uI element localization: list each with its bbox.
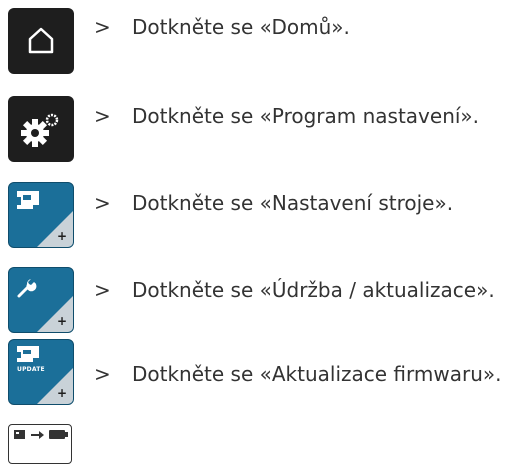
machine-settings-button[interactable]: + [8, 182, 74, 248]
corner-fold [37, 211, 73, 247]
plus-icon: + [56, 229, 67, 243]
step-arrow: > [94, 362, 111, 386]
step-text: Dotkněte se «Nastavení stroje». [132, 191, 454, 215]
step-arrow: > [94, 191, 111, 215]
corner-fold [37, 296, 73, 332]
step-arrow: > [94, 104, 111, 128]
home-button[interactable] [8, 8, 74, 74]
step-text: Dotkněte se «Aktualizace firmwaru». [132, 362, 502, 386]
maintenance-button[interactable]: + [8, 267, 74, 333]
step-text: Dotkněte se «Program nastavení». [132, 104, 480, 128]
step-text: Dotkněte se «Údržba / aktualizace». [132, 278, 495, 302]
firmware-update-button[interactable]: UPDATE + [8, 339, 74, 405]
corner-fold [37, 368, 73, 404]
step-text: Dotkněte se «Domů». [132, 15, 350, 39]
plus-icon: + [56, 314, 67, 328]
settings-program-button[interactable] [8, 96, 74, 162]
usb-transfer-button[interactable] [8, 424, 72, 464]
usb-transfer-icon [14, 430, 68, 439]
settings-gears-icon [21, 113, 59, 147]
plus-icon: + [56, 386, 67, 400]
home-icon [28, 27, 54, 54]
step-arrow: > [94, 278, 111, 302]
step-arrow: > [94, 15, 111, 39]
